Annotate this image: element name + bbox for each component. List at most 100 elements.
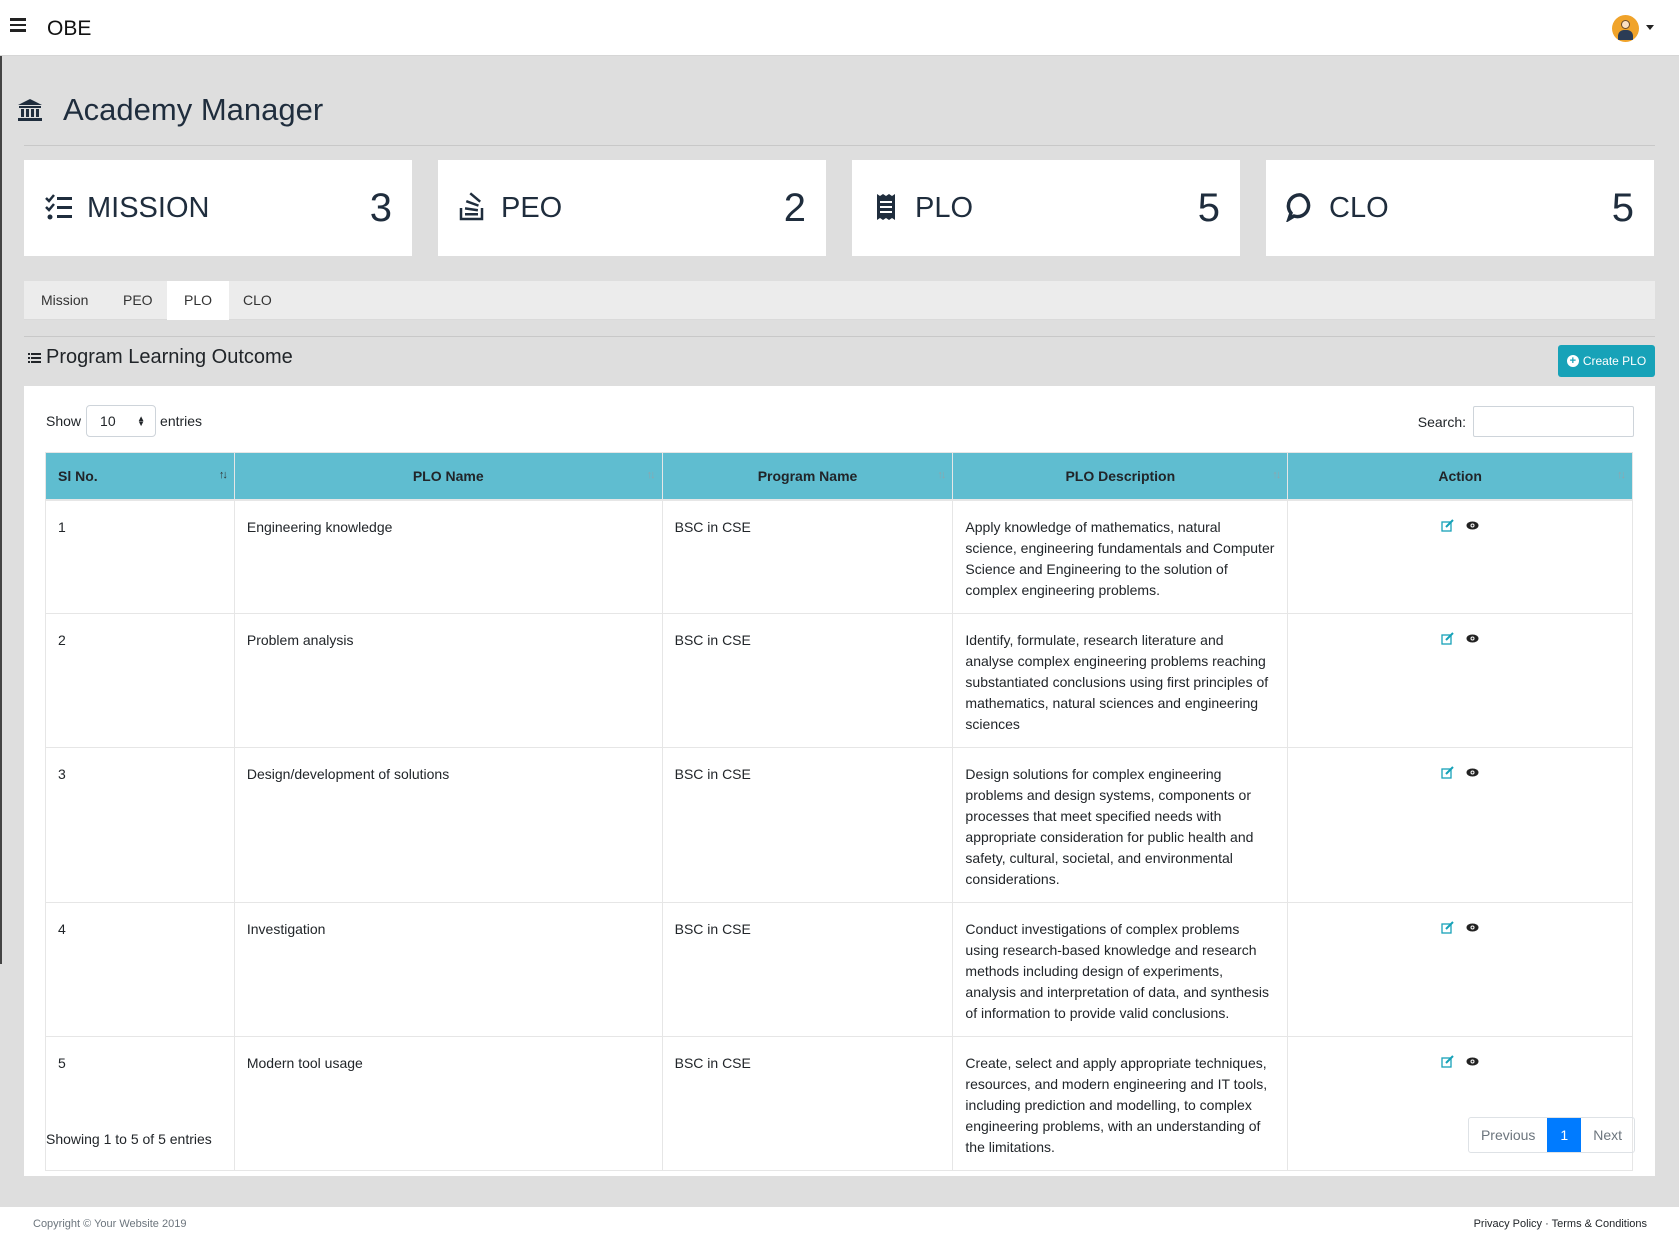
cell-plo-description: Conduct investigations of complex proble… bbox=[952, 901, 1289, 1037]
eye-icon[interactable] bbox=[1466, 519, 1479, 532]
edit-icon[interactable] bbox=[1441, 766, 1454, 779]
eye-icon[interactable] bbox=[1466, 1055, 1479, 1068]
table-panel: Show 10 ▲ ▼ entries Search: Sl No. ↑↓ PLO … bbox=[24, 386, 1655, 1176]
column-header-plo-name[interactable]: PLO Name ↑↓ bbox=[233, 452, 663, 501]
page-size-value: 10 bbox=[100, 413, 116, 429]
stack-icon bbox=[459, 192, 484, 221]
chevron-down-icon[interactable] bbox=[1646, 25, 1654, 30]
column-header-sl[interactable]: Sl No. ↑↓ bbox=[45, 452, 235, 501]
pagination: Previous 1 Next bbox=[1467, 1117, 1635, 1153]
table-header-row: Sl No. ↑↓ PLO Name ↑↓ Program Name ↑↓ PLO D… bbox=[45, 452, 1633, 501]
cell-action bbox=[1287, 901, 1633, 1037]
eye-icon[interactable] bbox=[1466, 632, 1479, 645]
cell-sl: 4 bbox=[45, 901, 235, 1037]
divider bbox=[24, 336, 1655, 337]
edit-icon[interactable] bbox=[1441, 1055, 1454, 1068]
plus-circle-icon: + bbox=[1566, 355, 1579, 367]
sort-icon: ↑↓ bbox=[218, 469, 228, 481]
page-1-button[interactable]: 1 bbox=[1547, 1118, 1582, 1152]
card-clo[interactable]: CLO 5 bbox=[1266, 160, 1654, 256]
card-count: 5 bbox=[1611, 186, 1634, 230]
section-title: Program Learning Outcome bbox=[46, 346, 293, 368]
user-avatar[interactable] bbox=[1612, 15, 1639, 42]
brand-title[interactable]: OBE bbox=[47, 17, 91, 41]
terms-link[interactable]: Terms & Conditions bbox=[1552, 1218, 1647, 1230]
footer: Copyright © Your Website 2019 Privacy Po… bbox=[0, 1207, 1679, 1241]
cell-action bbox=[1287, 499, 1633, 614]
edit-icon[interactable] bbox=[1441, 519, 1454, 532]
cell-program-name: BSC in CSE bbox=[661, 612, 954, 748]
hamburger-menu-icon[interactable] bbox=[10, 18, 26, 34]
table-info: Showing 1 to 5 of 5 entries bbox=[46, 1131, 212, 1147]
cell-plo-name: Problem analysis bbox=[233, 612, 663, 748]
cell-sl: 5 bbox=[45, 1035, 235, 1171]
cell-plo-description: Identify, formulate, research literature… bbox=[952, 612, 1289, 748]
select-arrows-icon: ▲ ▼ bbox=[137, 414, 146, 428]
sort-icon: ↑↓ bbox=[646, 469, 656, 481]
cell-sl: 2 bbox=[45, 612, 235, 748]
tab-clo[interactable]: CLO bbox=[226, 281, 289, 320]
create-plo-label: Create PLO bbox=[1582, 354, 1647, 368]
column-header-program-name[interactable]: Program Name ↑↓ bbox=[661, 452, 954, 501]
table-row: 2 Problem analysis BSC in CSE Identify, … bbox=[45, 612, 1633, 748]
column-header-action[interactable]: Action ↑↓ bbox=[1287, 452, 1633, 501]
card-label: PEO bbox=[501, 192, 563, 224]
cell-action bbox=[1287, 612, 1633, 748]
page-size-control: Show 10 ▲ ▼ entries bbox=[46, 405, 202, 437]
sort-icon: ↑↓ bbox=[937, 469, 946, 481]
chat-bubble-icon bbox=[1286, 193, 1311, 222]
card-peo[interactable]: PEO 2 bbox=[438, 160, 826, 256]
search-label: Search: bbox=[1417, 413, 1466, 430]
list-icon bbox=[28, 352, 41, 363]
section-header: Program Learning Outcome bbox=[28, 346, 293, 369]
tab-mission[interactable]: Mission bbox=[24, 281, 105, 320]
page-size-select[interactable]: 10 ▲ ▼ bbox=[86, 405, 157, 437]
cell-program-name: BSC in CSE bbox=[661, 1035, 954, 1171]
card-label: PLO bbox=[915, 192, 974, 224]
edit-icon[interactable] bbox=[1441, 921, 1454, 934]
eye-icon[interactable] bbox=[1466, 921, 1479, 934]
divider bbox=[24, 145, 1655, 146]
cell-program-name: BSC in CSE bbox=[661, 901, 954, 1037]
cell-program-name: BSC in CSE bbox=[661, 746, 954, 903]
table-row: 5 Modern tool usage BSC in CSE Create, s… bbox=[45, 1035, 1633, 1171]
top-navbar: OBE bbox=[0, 0, 1679, 56]
cell-plo-name: Engineering knowledge bbox=[233, 499, 663, 614]
cell-sl: 1 bbox=[45, 499, 235, 614]
column-header-plo-description[interactable]: PLO Description ↑↓ bbox=[952, 452, 1289, 501]
cell-plo-description: Create, select and apply appropriate tec… bbox=[952, 1035, 1289, 1171]
privacy-policy-link[interactable]: Privacy Policy bbox=[1474, 1218, 1542, 1230]
cell-plo-description: Apply knowledge of mathematics, natural … bbox=[952, 499, 1289, 614]
copyright-text: Copyright © Your Website 2019 bbox=[33, 1218, 187, 1230]
eye-icon[interactable] bbox=[1466, 766, 1479, 779]
card-label: MISSION bbox=[87, 192, 210, 224]
edit-icon[interactable] bbox=[1441, 632, 1454, 645]
card-label: CLO bbox=[1329, 192, 1389, 224]
cell-program-name: BSC in CSE bbox=[661, 499, 954, 614]
plo-table: Sl No. ↑↓ PLO Name ↑↓ Program Name ↑↓ PLO D… bbox=[45, 452, 1633, 1171]
tab-peo[interactable]: PEO bbox=[106, 281, 170, 320]
show-label: Show bbox=[46, 413, 82, 429]
table-row: 1 Engineering knowledge BSC in CSE Apply… bbox=[45, 499, 1633, 614]
search-control: Search: bbox=[1418, 406, 1634, 437]
table-row: 3 Design/development of solutions BSC in… bbox=[45, 746, 1633, 903]
cell-action bbox=[1287, 746, 1633, 903]
card-plo[interactable]: PLO 5 bbox=[852, 160, 1240, 256]
sort-icon: ↑↓ bbox=[1272, 469, 1281, 481]
create-plo-button[interactable]: + Create PLO bbox=[1558, 345, 1655, 377]
university-icon bbox=[18, 99, 42, 121]
cell-plo-name: Investigation bbox=[233, 901, 663, 1037]
next-page-button[interactable]: Next bbox=[1581, 1118, 1634, 1152]
tab-plo[interactable]: PLO bbox=[167, 281, 230, 320]
card-count: 5 bbox=[1197, 186, 1220, 230]
list-check-icon bbox=[45, 194, 72, 220]
tab-bar: Mission PEO PLO CLO bbox=[24, 281, 1655, 320]
footer-separator: · bbox=[1545, 1218, 1549, 1230]
previous-page-button[interactable]: Previous bbox=[1469, 1118, 1547, 1152]
cell-plo-name: Design/development of solutions bbox=[233, 746, 663, 903]
search-input[interactable] bbox=[1473, 406, 1634, 437]
card-count: 2 bbox=[783, 186, 806, 230]
cell-sl: 3 bbox=[45, 746, 235, 903]
cell-plo-description: Design solutions for complex engineering… bbox=[952, 746, 1289, 903]
card-mission[interactable]: MISSION 3 bbox=[24, 160, 412, 256]
